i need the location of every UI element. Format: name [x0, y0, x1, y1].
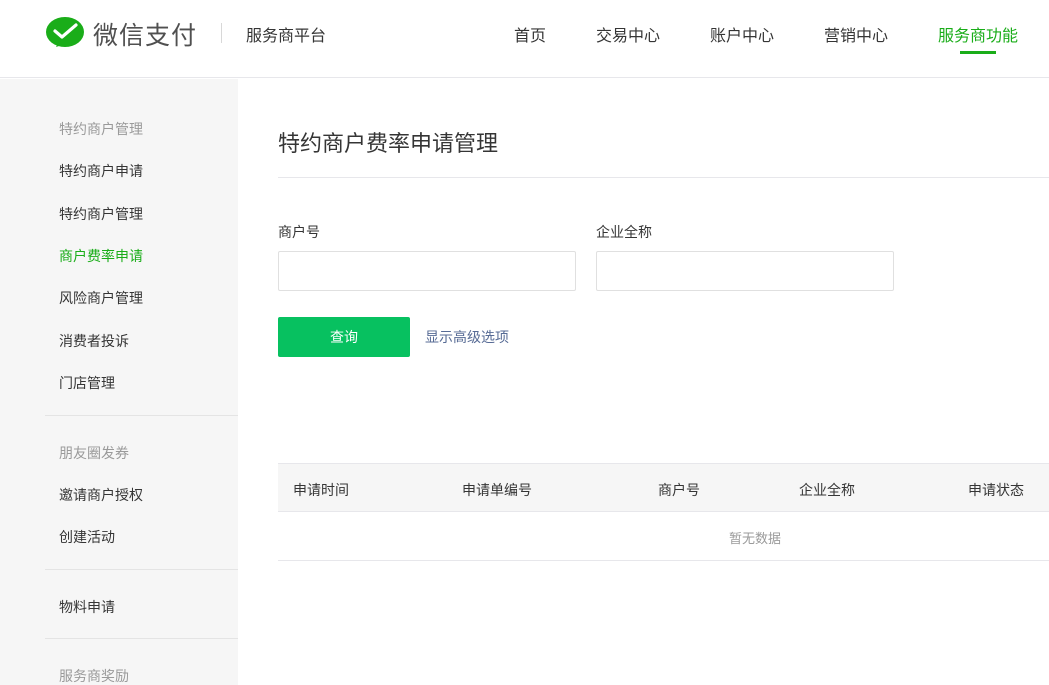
company-name-label: 企业全称 [596, 224, 652, 240]
wechat-pay-logo-icon [46, 17, 84, 47]
show-advanced-options-link[interactable]: 显示高级选项 [425, 327, 509, 347]
sidebar-item-create-campaign[interactable]: 创建活动 [59, 527, 115, 547]
nav-account[interactable]: 账户中心 [710, 22, 774, 46]
sidebar-item-rate-apply[interactable]: 商户费率申请 [59, 246, 143, 266]
sidebar-group-title-merchant-mgmt: 特约商户管理 [59, 121, 143, 137]
column-header-company-name: 企业全称 [799, 482, 855, 498]
active-nav-indicator [960, 51, 996, 54]
sidebar-item-merchant-manage[interactable]: 特约商户管理 [59, 204, 143, 224]
wechat-pay-logo[interactable]: 微信支付 [45, 15, 197, 53]
platform-name: 服务商平台 [246, 28, 327, 45]
sidebar-divider [45, 415, 238, 416]
merchant-id-input[interactable] [278, 251, 576, 291]
sidebar-item-merchant-apply[interactable]: 特约商户申请 [59, 161, 143, 181]
sidebar-divider [45, 638, 238, 639]
sidebar-item-complaints[interactable]: 消费者投诉 [59, 331, 129, 351]
query-button[interactable]: 查询 [278, 317, 410, 357]
sidebar-group-title-rewards: 服务商奖励 [59, 668, 129, 684]
page-title: 特约商户费率申请管理 [278, 131, 499, 156]
table-header: 申请时间 申请单编号 商户号 企业全称 申请状态 [278, 463, 1049, 512]
empty-state-text: 暂无数据 [729, 531, 782, 546]
column-header-status: 申请状态 [968, 482, 1024, 498]
table-empty-row: 暂无数据 [278, 512, 1049, 561]
sidebar-item-risk-merchant[interactable]: 风险商户管理 [59, 288, 143, 308]
header-divider [221, 23, 222, 43]
merchant-id-label: 商户号 [278, 224, 320, 240]
results-table: 申请时间 申请单编号 商户号 企业全称 申请状态 暂无数据 [278, 463, 1049, 561]
nav-transactions[interactable]: 交易中心 [596, 22, 660, 46]
column-header-merchant-id: 商户号 [658, 482, 700, 498]
sidebar-item-invite-auth[interactable]: 邀请商户授权 [59, 485, 143, 505]
company-name-input[interactable] [596, 251, 894, 291]
nav-partner-functions[interactable]: 服务商功能 [938, 22, 1018, 46]
sidebar-group-title-moments-coupons: 朋友圈发券 [59, 445, 129, 461]
sidebar-divider [45, 569, 238, 570]
sidebar: 特约商户管理 特约商户申请 特约商户管理 商户费率申请 风险商户管理 消费者投诉… [0, 79, 238, 685]
brand-name: 微信支付 [93, 22, 198, 50]
nav-home[interactable]: 首页 [514, 22, 546, 46]
column-header-apply-number: 申请单编号 [462, 482, 532, 498]
title-divider [278, 177, 1049, 178]
top-header: 微信支付 服务商平台 首页 交易中心 账户中心 营销中心 服务商功能 [0, 0, 1049, 78]
column-header-apply-time: 申请时间 [293, 482, 349, 498]
sidebar-item-stores[interactable]: 门店管理 [59, 373, 115, 393]
nav-marketing[interactable]: 营销中心 [824, 22, 888, 46]
sidebar-item-material-apply[interactable]: 物料申请 [59, 597, 115, 617]
